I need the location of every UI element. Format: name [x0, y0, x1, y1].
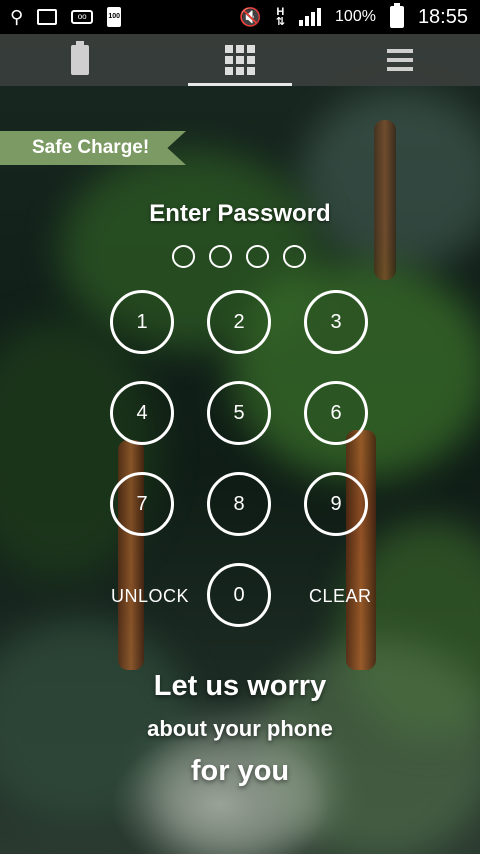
network-type-icon: H ⇅ [275, 6, 286, 28]
voicemail-icon: oo [71, 10, 94, 24]
clock: 18:55 [417, 5, 468, 28]
battery-percent: 100% [335, 8, 376, 25]
key-7[interactable]: 7 [110, 472, 174, 536]
key-3[interactable]: 3 [304, 290, 368, 354]
usb-icon: ⚲ [10, 7, 24, 27]
pin-dot [283, 245, 306, 268]
safe-charge-ribbon: Safe Charge! [0, 131, 186, 165]
key-2[interactable]: 2 [207, 290, 271, 354]
key-1[interactable]: 1 [110, 290, 174, 354]
pin-dot [172, 245, 195, 268]
pin-dot [209, 245, 232, 268]
ribbon-label: Safe Charge! [32, 137, 150, 158]
key-4[interactable]: 4 [110, 381, 174, 445]
unlock-button[interactable]: UNLOCK [111, 586, 189, 607]
mute-icon: 🔇 [239, 7, 262, 27]
slogan-line-1: Let us worry [153, 670, 327, 702]
tab-menu[interactable] [320, 34, 480, 86]
battery-100-icon: 100 [107, 7, 122, 27]
keypad-grid-icon [225, 45, 255, 75]
pin-title: Enter Password [149, 200, 331, 227]
battery-icon [71, 41, 89, 75]
key-0[interactable]: 0 [207, 563, 271, 627]
top-nav [0, 34, 480, 86]
pin-indicator [172, 245, 306, 268]
slogan-line-2: about your phone [147, 716, 333, 741]
pin-dot [246, 245, 269, 268]
key-5[interactable]: 5 [207, 381, 271, 445]
status-bar: ⚲ oo 100 🔇 H ⇅ 100% 18:55 [0, 0, 480, 34]
signal-icon [299, 8, 322, 26]
key-9[interactable]: 9 [304, 472, 368, 536]
tab-battery[interactable] [0, 34, 160, 86]
key-8[interactable]: 8 [207, 472, 271, 536]
clear-button[interactable]: CLEAR [309, 586, 372, 607]
menu-icon [387, 49, 413, 71]
key-6[interactable]: 6 [304, 381, 368, 445]
tab-keypad[interactable] [160, 34, 320, 86]
battery-icon [389, 3, 404, 28]
slogan-line-3: for you [190, 755, 290, 787]
image-icon [37, 9, 58, 25]
